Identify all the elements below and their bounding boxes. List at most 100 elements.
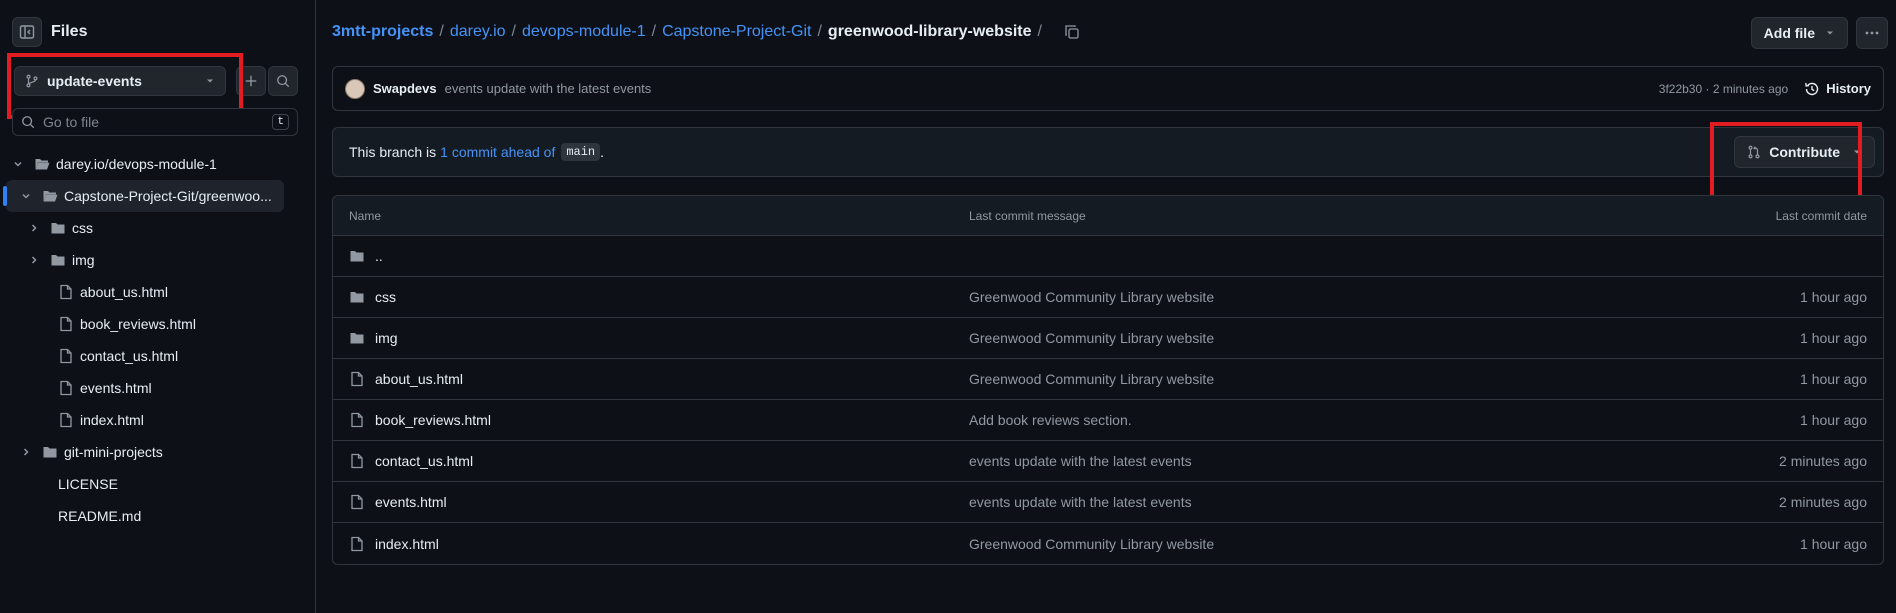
tree-item[interactable]: README.md: [0, 500, 316, 532]
folder-icon: [50, 252, 66, 268]
commit-message-cell[interactable]: Greenwood Community Library website: [969, 536, 1214, 552]
breadcrumb-current: greenwood-library-website: [827, 23, 1032, 40]
commit-meta[interactable]: 3f22b30 · 2 minutes ago: [1659, 82, 1788, 96]
file-name-cell[interactable]: contact_us.html: [349, 453, 473, 469]
tree-item[interactable]: css: [0, 212, 316, 244]
file-name-cell[interactable]: book_reviews.html: [349, 412, 491, 428]
commit-message-cell[interactable]: Greenwood Community Library website: [969, 371, 1214, 387]
commits-ahead-link[interactable]: 1 commit ahead of: [440, 144, 555, 160]
tree-item[interactable]: LICENSE: [0, 468, 316, 500]
commit-message-cell[interactable]: Add book reviews section.: [969, 412, 1132, 428]
tree-item[interactable]: book_reviews.html: [0, 308, 316, 340]
commit-date-cell: 1 hour ago: [1800, 371, 1867, 387]
commit-message-cell[interactable]: events update with the latest events: [969, 494, 1192, 510]
chevron-right-icon[interactable]: [28, 222, 40, 234]
breadcrumb-link[interactable]: darey.io: [450, 23, 506, 41]
sidebar-header: Files: [12, 17, 87, 47]
tree-item-label: index.html: [80, 412, 144, 428]
file-name-cell[interactable]: ..: [349, 248, 383, 264]
file-name[interactable]: contact_us.html: [375, 453, 473, 469]
file-name-cell[interactable]: events.html: [349, 494, 447, 510]
tree-item[interactable]: git-mini-projects: [0, 436, 316, 468]
tree-item[interactable]: img: [0, 244, 316, 276]
commit-date-cell: 1 hour ago: [1800, 330, 1867, 346]
file-table: Name Last commit message Last commit dat…: [332, 195, 1884, 565]
chevron-right-icon[interactable]: [20, 446, 32, 458]
tree-item[interactable]: events.html: [0, 372, 316, 404]
table-row[interactable]: css Greenwood Community Library website 1 …: [333, 277, 1883, 318]
table-header: Name Last commit message Last commit dat…: [333, 196, 1883, 236]
table-row[interactable]: events.html events update with the latest…: [333, 482, 1883, 523]
tree-item[interactable]: about_us.html: [0, 276, 316, 308]
folder-icon: [50, 220, 66, 236]
tree-item-label: img: [72, 252, 95, 268]
file-name[interactable]: ..: [375, 248, 383, 264]
breadcrumb-link[interactable]: Capstone-Project-Git: [662, 23, 811, 41]
sidebar-title: Files: [51, 23, 88, 40]
table-row[interactable]: about_us.html Greenwood Community Library…: [333, 359, 1883, 400]
file-name-cell[interactable]: css: [349, 289, 396, 305]
table-row[interactable]: index.html Greenwood Community Library we…: [333, 523, 1883, 564]
chevron-right-icon[interactable]: [28, 254, 40, 266]
table-row[interactable]: ..: [333, 236, 1883, 277]
tree-item[interactable]: Capstone-Project-Git/greenwoo...: [3, 180, 284, 212]
file-tree-sidebar: Files update-events t darey.io/devops-mo…: [0, 0, 316, 613]
tree-item-label: LICENSE: [58, 476, 118, 492]
file-name-cell[interactable]: index.html: [349, 536, 439, 552]
file-name[interactable]: about_us.html: [375, 371, 463, 387]
file-icon: [349, 371, 365, 387]
file-name[interactable]: book_reviews.html: [375, 412, 491, 428]
chevron-down-icon[interactable]: [12, 158, 24, 170]
tree-item[interactable]: index.html: [0, 404, 316, 436]
add-file-dropdown[interactable]: Add file: [1750, 17, 1848, 49]
go-to-file-input[interactable]: [43, 114, 273, 130]
tree-item-label: events.html: [80, 380, 152, 396]
file-name-cell[interactable]: about_us.html: [349, 371, 463, 387]
commit-author[interactable]: Swapdevs: [373, 81, 437, 96]
search-icon: [22, 116, 35, 129]
file-icon: [349, 494, 365, 510]
go-to-file-field[interactable]: t: [12, 108, 298, 136]
tree-item-label: book_reviews.html: [80, 316, 196, 332]
collapse-sidebar-button[interactable]: [12, 17, 42, 47]
tree-item[interactable]: contact_us.html: [0, 340, 316, 372]
folder-open-icon: [42, 188, 58, 204]
file-icon: [349, 536, 365, 552]
tree-item-label: css: [72, 220, 93, 236]
breadcrumb-repo-link[interactable]: 3mtt-projects: [332, 23, 433, 41]
folder-icon: [349, 289, 365, 305]
breadcrumb-separator: /: [1037, 23, 1042, 40]
main-content: 3mtt-projects / darey.io / devops-module…: [316, 0, 1896, 613]
table-row[interactable]: contact_us.html events update with the la…: [333, 441, 1883, 482]
table-row[interactable]: img Greenwood Community Library website 1 …: [333, 318, 1883, 359]
avatar[interactable]: [345, 78, 365, 99]
file-name-cell[interactable]: img: [349, 330, 398, 346]
file-name[interactable]: index.html: [375, 536, 439, 552]
shortcut-hint: t: [272, 114, 289, 130]
breadcrumb-separator: /: [817, 23, 822, 40]
commit-message-cell[interactable]: Greenwood Community Library website: [969, 289, 1214, 305]
history-button[interactable]: History: [1804, 81, 1871, 97]
more-options-button[interactable]: [1856, 17, 1888, 49]
chevron-down-icon[interactable]: [20, 190, 32, 202]
search-files-button[interactable]: [268, 66, 298, 96]
file-name[interactable]: img: [375, 330, 398, 346]
folder-open-icon: [34, 156, 50, 172]
commit-message-cell[interactable]: events update with the latest events: [969, 453, 1192, 469]
commit-date-cell: 1 hour ago: [1800, 412, 1867, 428]
file-icon: [349, 453, 365, 469]
tree-item-label: about_us.html: [80, 284, 168, 300]
plus-icon: [245, 75, 257, 87]
breadcrumb-link[interactable]: devops-module-1: [522, 23, 646, 41]
kebab-horizontal-icon: [1865, 31, 1879, 35]
sidebar-collapse-icon: [19, 25, 35, 39]
commit-date-cell: 2 minutes ago: [1779, 453, 1867, 469]
table-row[interactable]: book_reviews.html Add book reviews sectio…: [333, 400, 1883, 441]
tree-item[interactable]: darey.io/devops-module-1: [0, 148, 316, 180]
commit-message[interactable]: events update with the latest events: [445, 81, 652, 96]
commit-message-cell[interactable]: Greenwood Community Library website: [969, 330, 1214, 346]
file-name[interactable]: css: [375, 289, 396, 305]
file-name[interactable]: events.html: [375, 494, 447, 510]
folder-icon: [349, 330, 365, 346]
copy-path-button[interactable]: [1064, 24, 1080, 40]
